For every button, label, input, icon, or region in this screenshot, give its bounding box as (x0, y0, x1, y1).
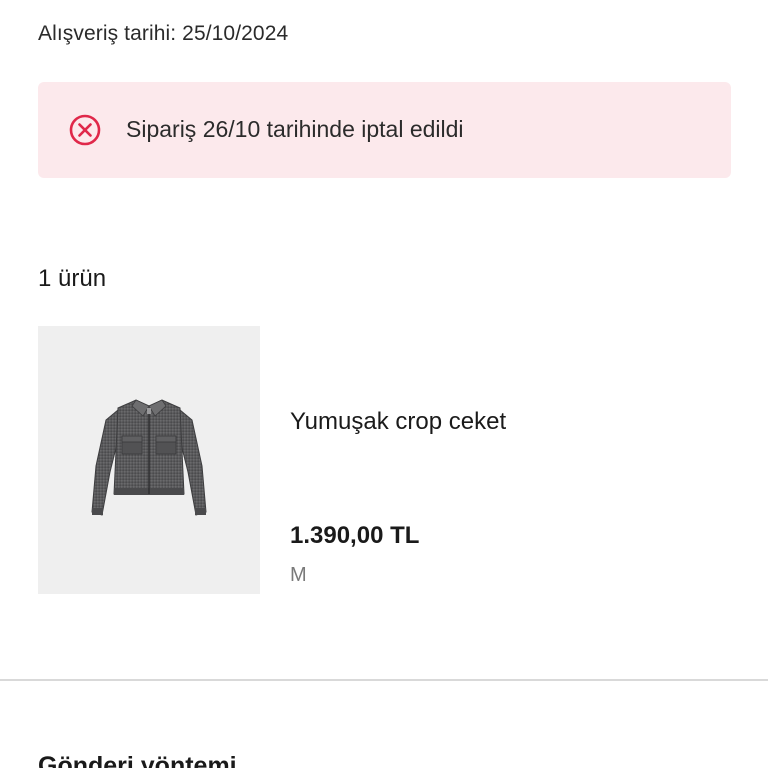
product-count: 1 ürün (38, 265, 107, 292)
order-detail-page: Alışveriş tarihi: 25/10/2024 Sipariş 26/… (0, 0, 768, 768)
cancellation-message: Sipariş 26/10 tarihinde iptal edildi (126, 116, 464, 142)
product-image[interactable] (38, 326, 260, 594)
cancel-circle-icon (69, 114, 101, 146)
purchase-date: Alışveriş tarihi: 25/10/2024 (38, 22, 289, 45)
product-item[interactable]: Yumuşak crop ceket 1.390,00 TL M (38, 326, 731, 594)
product-size: M (290, 564, 307, 586)
shipping-method-title: Gönderi yöntemi (38, 752, 237, 768)
section-divider (0, 679, 768, 681)
product-name[interactable]: Yumuşak crop ceket (290, 408, 506, 436)
cancellation-banner: Sipariş 26/10 tarihinde iptal edildi (38, 82, 731, 178)
jacket-image (91, 399, 207, 516)
product-price: 1.390,00 TL (290, 522, 420, 549)
